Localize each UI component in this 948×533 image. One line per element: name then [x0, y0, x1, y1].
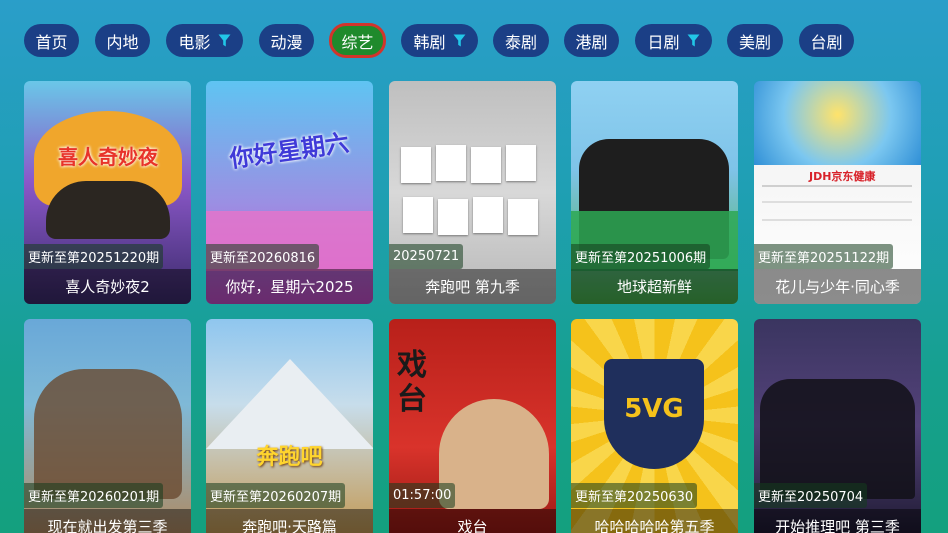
update-status: 更新至第20260201期 [24, 483, 164, 508]
show-title: 地球超新鲜 [571, 269, 738, 304]
show-card[interactable]: 更新至20250704 开始推理吧 第三季 [754, 319, 921, 533]
show-card[interactable]: 更新至第20260201期 现在就出发第三季 [24, 319, 191, 533]
poster-logo-text: 戏台 [397, 348, 427, 417]
show-card[interactable]: 戏台 01:57:00 戏台 [389, 319, 556, 533]
show-card[interactable]: 20250721 奔跑吧 第九季 [389, 81, 556, 304]
update-status: 更新至第20251006期 [571, 244, 711, 269]
show-card[interactable]: JDH京东健康 更新至第20251122期 花儿与少年·同心季 [754, 81, 921, 304]
update-status: 20250721 [389, 244, 464, 269]
poster-logo-text: 奔跑吧 [256, 445, 323, 470]
show-grid: 喜人奇妙夜 更新至第20251220期 喜人奇妙夜2 你好星期六 更新至2026… [0, 0, 948, 533]
show-title: 花儿与少年·同心季 [754, 269, 921, 304]
update-status: 更新至第20251122期 [754, 244, 894, 269]
show-title: 奔跑吧 第九季 [389, 269, 556, 304]
poster-logo-text: 喜人奇妙夜 [58, 145, 158, 169]
poster-logo-text: 你好星期六 [227, 128, 351, 174]
update-status: 01:57:00 [389, 483, 456, 508]
update-status: 更新至第20251220期 [24, 244, 164, 269]
poster-logo-text: 5VG [624, 394, 684, 424]
poster-sponsor-text: JDH京东健康 [809, 170, 876, 183]
show-card[interactable]: 喜人奇妙夜 更新至第20251220期 喜人奇妙夜2 [24, 81, 191, 304]
show-title: 开始推理吧 第三季 [754, 509, 921, 533]
show-title: 喜人奇妙夜2 [24, 269, 191, 304]
show-card[interactable]: 奔跑吧 更新至第20260207期 奔跑吧·天路篇 [206, 319, 373, 533]
show-title: 你好，星期六2025 [206, 269, 373, 304]
update-status: 更新至20260816 [206, 244, 320, 269]
show-card[interactable]: 你好星期六 更新至20260816 你好，星期六2025 [206, 81, 373, 304]
show-title: 现在就出发第三季 [24, 509, 191, 533]
show-card[interactable]: 5VG 更新至第20250630 哈哈哈哈哈第五季 [571, 319, 738, 533]
update-status: 更新至第20260207期 [206, 483, 346, 508]
update-status: 更新至20250704 [754, 483, 868, 508]
show-card[interactable]: 更新至第20251006期 地球超新鲜 [571, 81, 738, 304]
update-status: 更新至第20250630 [571, 483, 698, 508]
show-title: 哈哈哈哈哈第五季 [571, 509, 738, 533]
show-title: 奔跑吧·天路篇 [206, 509, 373, 533]
show-title: 戏台 [389, 509, 556, 533]
